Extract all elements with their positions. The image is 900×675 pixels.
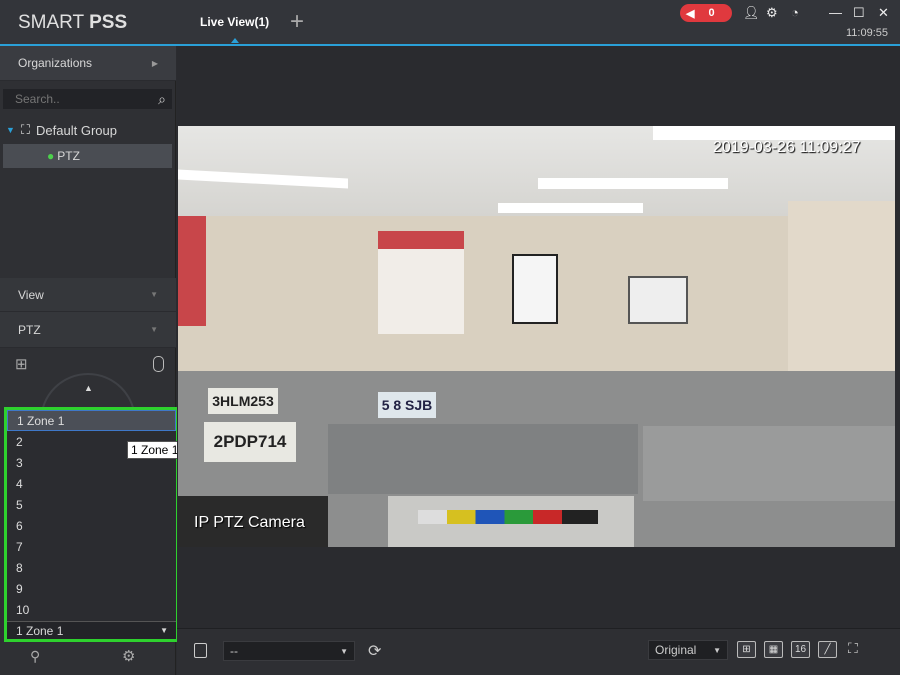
layout-switch-icon[interactable]: ⊞ <box>15 355 28 373</box>
poster <box>178 216 206 326</box>
location-icon[interactable]: ⚲ <box>30 648 40 665</box>
preset-value: -- <box>230 644 238 658</box>
zone-option[interactable]: 10 <box>7 599 176 620</box>
search-icon[interactable]: ⌕ <box>158 91 166 108</box>
alarm-button[interactable]: ◀ 0 <box>680 4 732 22</box>
chevron-right-icon: ▶ <box>151 58 158 68</box>
video-feed[interactable]: 3HLM253 2PDP714 5 8 SJB 2019-03-26 11:09… <box>178 126 895 547</box>
settings-icon[interactable]: ⚙ <box>122 647 135 665</box>
ceiling-light <box>498 203 643 213</box>
chevron-down-icon: ▼ <box>713 645 721 655</box>
zone-option[interactable]: 6 <box>7 515 176 536</box>
tree-device-ptz[interactable]: ● PTZ <box>3 144 172 168</box>
device-label: PTZ <box>57 149 80 163</box>
ceiling-light <box>653 126 895 140</box>
chevron-down-icon: ▼ <box>340 646 348 656</box>
chevron-down-icon: ▼ <box>150 325 158 334</box>
maximize-icon[interactable]: ☐ <box>853 5 865 21</box>
ceiling-light <box>538 178 728 189</box>
tab-live-view[interactable]: Live View(1) <box>200 15 269 29</box>
zone-selected-value: 1 Zone 1 <box>16 623 64 638</box>
cubicle-wall <box>643 426 895 501</box>
zone-option[interactable]: 7 <box>7 536 176 557</box>
zone-select[interactable]: 1 Zone 1 ▼ <box>7 621 176 639</box>
alarm-count: 0 <box>708 7 715 19</box>
zone-tooltip: 1 Zone 1 <box>127 441 183 459</box>
chevron-down-icon: ▼ <box>150 290 158 299</box>
layout-9-icon[interactable]: ▦ <box>764 641 783 658</box>
license-plate: 2PDP714 <box>204 422 296 462</box>
license-plate: 5 8 SJB <box>378 392 436 418</box>
zone-option[interactable]: 4 <box>7 473 176 494</box>
app-logo: SMART PSS <box>18 12 128 33</box>
view-label: View <box>18 287 44 302</box>
gear-icon[interactable]: ⚙ <box>766 5 778 21</box>
custom-layout-icon[interactable]: ╱ <box>818 641 837 658</box>
search-box[interactable]: ⌕ <box>3 89 172 109</box>
close-icon[interactable]: ✕ <box>878 5 889 21</box>
video-timestamp: 2019-03-26 11:09:27 <box>713 139 861 156</box>
zone-option[interactable]: 1 Zone 1 <box>7 410 176 431</box>
poster <box>378 231 464 334</box>
preset-select[interactable]: -- ▼ <box>223 641 355 661</box>
group-label: Default Group <box>36 122 117 138</box>
search-input[interactable] <box>15 92 145 106</box>
arrow-up-icon[interactable]: ▲ <box>84 383 93 393</box>
cubicle-wall <box>328 424 638 494</box>
tree-default-group[interactable]: ▼ ⛶ Default Group <box>6 122 117 138</box>
camera-icon: ● <box>47 149 55 163</box>
user-icon[interactable]: 👤︎ <box>743 5 760 21</box>
title-bar: SMART PSS Live View(1) + ◀ 0 👤︎ ⚙ ◔ — ☐ ✕… <box>0 0 900 46</box>
performance-icon[interactable]: ◔ <box>791 5 799 20</box>
save-icon[interactable] <box>194 643 207 658</box>
chevron-down-icon: ▼ <box>160 626 168 635</box>
poster <box>512 254 558 324</box>
zone-option[interactable]: 5 <box>7 494 176 515</box>
expand-icon[interactable]: ▼ <box>6 125 15 135</box>
zone-option[interactable]: 8 <box>7 557 176 578</box>
poster <box>628 276 688 324</box>
organizations-label: Organizations <box>18 56 93 70</box>
speaker-icon: ◀ <box>686 7 695 20</box>
layout-4-icon[interactable]: ⊞ <box>737 641 756 658</box>
layout-16-button[interactable]: 16 <box>791 641 810 658</box>
organizations-header[interactable]: Organizations ▶ <box>0 46 176 81</box>
mouse-icon[interactable] <box>153 356 164 372</box>
ptz-header[interactable]: PTZ ▼ <box>0 312 176 348</box>
license-plate: 3HLM253 <box>208 388 278 414</box>
org-icon: ⛶ <box>20 122 31 137</box>
stream-ratio-value: Original <box>655 643 697 657</box>
ptz-label: PTZ <box>18 322 41 337</box>
view-header[interactable]: View ▼ <box>0 278 176 312</box>
clock: 11:09:55 <box>846 27 889 39</box>
stream-ratio-select[interactable]: Original ▼ <box>648 640 728 660</box>
test-chart <box>388 496 634 547</box>
minimize-icon[interactable]: — <box>829 5 842 20</box>
fullscreen-icon[interactable]: ⛶ <box>848 640 858 657</box>
zone-option[interactable]: 9 <box>7 578 176 599</box>
add-tab-button[interactable]: + <box>290 8 304 36</box>
channel-name: IP PTZ Camera <box>194 514 305 531</box>
tab-indicator <box>231 38 239 43</box>
refresh-play-icon[interactable]: ⟳ <box>368 641 381 661</box>
